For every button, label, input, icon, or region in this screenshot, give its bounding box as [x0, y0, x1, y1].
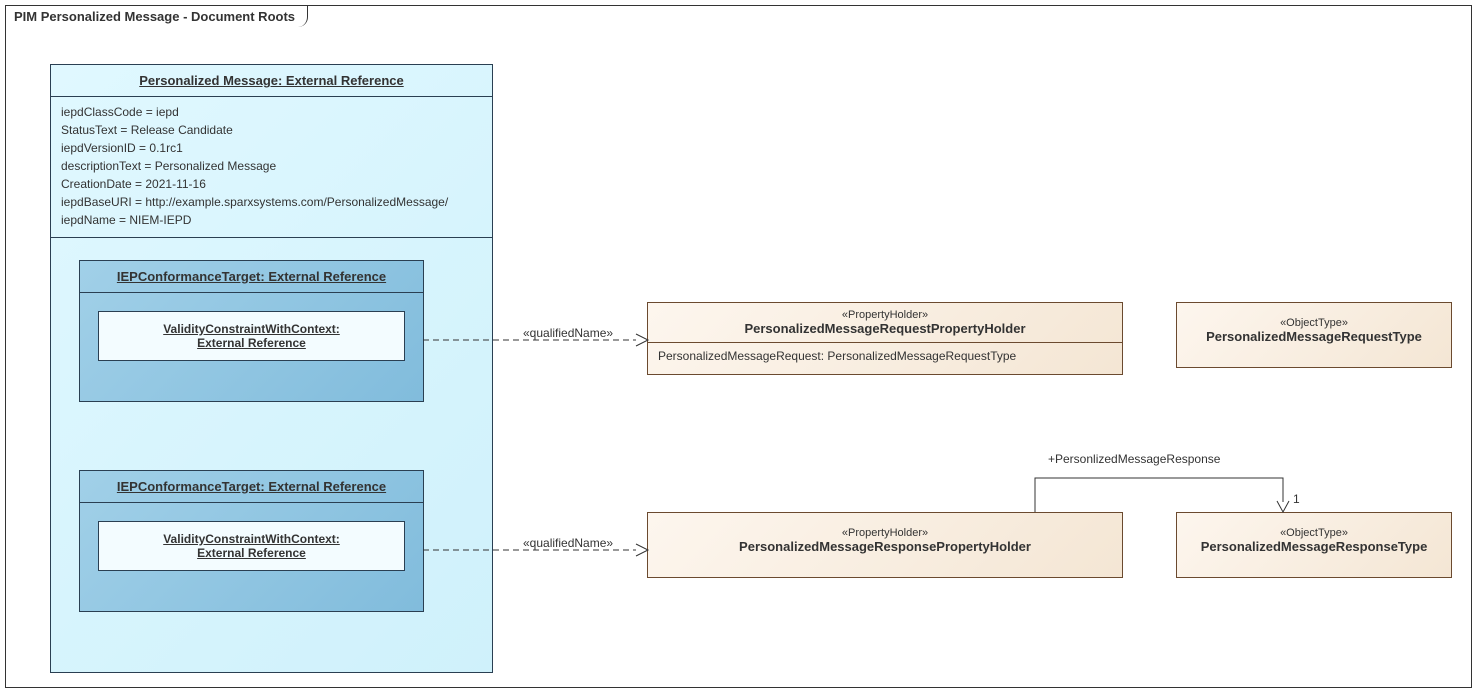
conformance-target-title: IEPConformanceTarget: External Reference	[80, 261, 423, 293]
class-name: PersonalizedMessageResponseType	[1185, 539, 1443, 554]
class-header: «PropertyHolder» PersonalizedMessageResp…	[648, 513, 1122, 560]
qualified-name-label-2: «qualifiedName»	[523, 536, 613, 550]
association-role-label: +PersonlizedMessageResponse	[1048, 452, 1220, 466]
qualified-name-label-1: «qualifiedName»	[523, 326, 613, 340]
request-property-holder-class[interactable]: «PropertyHolder» PersonalizedMessageRequ…	[647, 302, 1123, 375]
attr-status-text: StatusText = Release Candidate	[61, 121, 482, 139]
conformance-target-title: IEPConformanceTarget: External Reference	[80, 471, 423, 503]
class-name: PersonalizedMessageRequestPropertyHolder	[656, 321, 1114, 336]
conformance-target-body: ValidityConstraintWithContext: External …	[80, 293, 423, 379]
validity-line-1: ValidityConstraintWithContext:	[163, 532, 340, 546]
instance-attributes: iepdClassCode = iepd StatusText = Releas…	[51, 97, 492, 238]
class-name: PersonalizedMessageRequestType	[1185, 329, 1443, 344]
attr-iepd-base-uri: iepdBaseURI = http://example.sparxsystem…	[61, 193, 482, 211]
multiplicity-label: 1	[1293, 492, 1300, 506]
class-header: «PropertyHolder» PersonalizedMessageRequ…	[648, 303, 1122, 342]
validity-line-2: External Reference	[197, 546, 306, 560]
class-stereotype: «PropertyHolder»	[656, 527, 1114, 539]
class-name: PersonalizedMessageResponsePropertyHolde…	[656, 539, 1114, 554]
validity-constraint-instance[interactable]: ValidityConstraintWithContext: External …	[98, 311, 405, 361]
iep-conformance-target-2[interactable]: IEPConformanceTarget: External Reference…	[79, 470, 424, 612]
class-header: «ObjectType» PersonalizedMessageRequestT…	[1177, 303, 1451, 350]
diagram-title: PIM Personalized Message - Document Root…	[14, 9, 295, 24]
class-stereotype: «PropertyHolder»	[656, 309, 1114, 321]
class-stereotype: «ObjectType»	[1185, 527, 1443, 539]
response-type-class[interactable]: «ObjectType» PersonalizedMessageResponse…	[1176, 512, 1452, 578]
class-attribute: PersonalizedMessageRequest: Personalized…	[648, 342, 1122, 369]
attr-iepd-name: iepdName = NIEM-IEPD	[61, 211, 482, 229]
diagram-title-tab: PIM Personalized Message - Document Root…	[5, 5, 308, 27]
validity-constraint-instance[interactable]: ValidityConstraintWithContext: External …	[98, 521, 405, 571]
instance-title: Personalized Message: External Reference	[51, 65, 492, 97]
response-property-holder-class[interactable]: «PropertyHolder» PersonalizedMessageResp…	[647, 512, 1123, 578]
request-type-class[interactable]: «ObjectType» PersonalizedMessageRequestT…	[1176, 302, 1452, 368]
iep-conformance-target-1[interactable]: IEPConformanceTarget: External Reference…	[79, 260, 424, 402]
attr-description-text: descriptionText = Personalized Message	[61, 157, 482, 175]
conformance-target-body: ValidityConstraintWithContext: External …	[80, 503, 423, 589]
attr-iepd-class-code: iepdClassCode = iepd	[61, 103, 482, 121]
validity-line-1: ValidityConstraintWithContext:	[163, 322, 340, 336]
class-header: «ObjectType» PersonalizedMessageResponse…	[1177, 513, 1451, 560]
validity-line-2: External Reference	[197, 336, 306, 350]
personalized-message-instance[interactable]: Personalized Message: External Reference…	[50, 64, 493, 673]
attr-iepd-version-id: iepdVersionID = 0.1rc1	[61, 139, 482, 157]
attr-creation-date: CreationDate = 2021-11-16	[61, 175, 482, 193]
class-stereotype: «ObjectType»	[1185, 317, 1443, 329]
